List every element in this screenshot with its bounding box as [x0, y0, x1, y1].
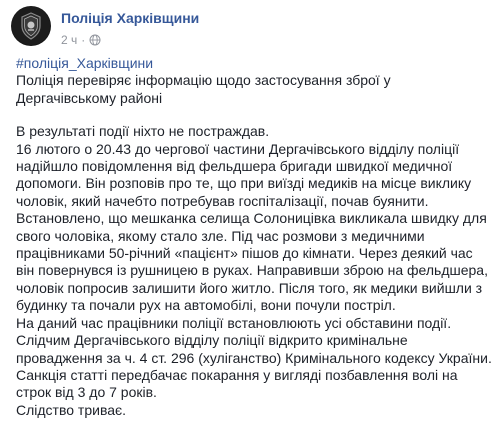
hashtag-link[interactable]: #поліція_Харківщини: [16, 55, 486, 72]
body-line: свого чоловіка, якому стало зле. Під час…: [16, 227, 425, 244]
meta-separator: ·: [81, 33, 86, 47]
body-line: На даний час працівники поліції встановл…: [16, 314, 452, 331]
body-line: строк від 3 до 7 років.: [16, 384, 157, 401]
title-line: Поліція перевіряє інформацію щодо застос…: [16, 72, 391, 89]
page-name-link[interactable]: Поліція Харківщини: [61, 10, 199, 26]
globe-icon: [89, 34, 101, 46]
body-line: 16 лютого о 20.43 до чергової частини Де…: [16, 140, 460, 157]
body-line: чоловік, який начебто потребував госпіта…: [16, 192, 429, 209]
post-message: В результаті події ніхто не постраждав. …: [16, 123, 492, 419]
body-line: працівниками 50-річний «пацієнт» пішов д…: [16, 245, 473, 262]
body-line: будинку та почали рух на автомобілі, вон…: [16, 297, 396, 314]
police-badge-icon[interactable]: [11, 6, 51, 46]
body-line: допомоги. Він розповів про те, що при ви…: [16, 175, 472, 192]
post-timestamp[interactable]: 2 ч: [61, 33, 77, 47]
body-line: Санкція статті передбачає покарання у ви…: [16, 366, 458, 383]
post-header: Поліція Харківщини 2 ч ·: [11, 6, 491, 54]
body-line: надійшло повідомлення від фельдшера бриг…: [16, 158, 453, 175]
post-meta: 2 ч ·: [61, 33, 101, 47]
facebook-post: Поліція Харківщини 2 ч · #поліція_Харків…: [0, 0, 499, 448]
body-line: чоловік попросив залишити його житло. Пі…: [16, 279, 483, 296]
body-line: він повернувся із рушницею в руках. Напр…: [16, 262, 488, 279]
post-title: Поліція перевіряє інформацію щодо застос…: [16, 72, 486, 107]
body-line: Слідчим Дергачівського відділу поліції в…: [16, 332, 408, 349]
body-line: В результаті події ніхто не постраждав.: [16, 123, 270, 140]
body-line: Слідство триває.: [16, 401, 127, 418]
title-line: Дергачівському районі: [16, 89, 163, 106]
body-line: Встановлено, що мешканка селища Солониці…: [16, 210, 487, 227]
post-body: #поліція_Харківщини Поліція перевіряє ін…: [16, 55, 492, 419]
body-line: провадження за ч. 4 ст. 296 (хуліганство…: [16, 349, 492, 366]
